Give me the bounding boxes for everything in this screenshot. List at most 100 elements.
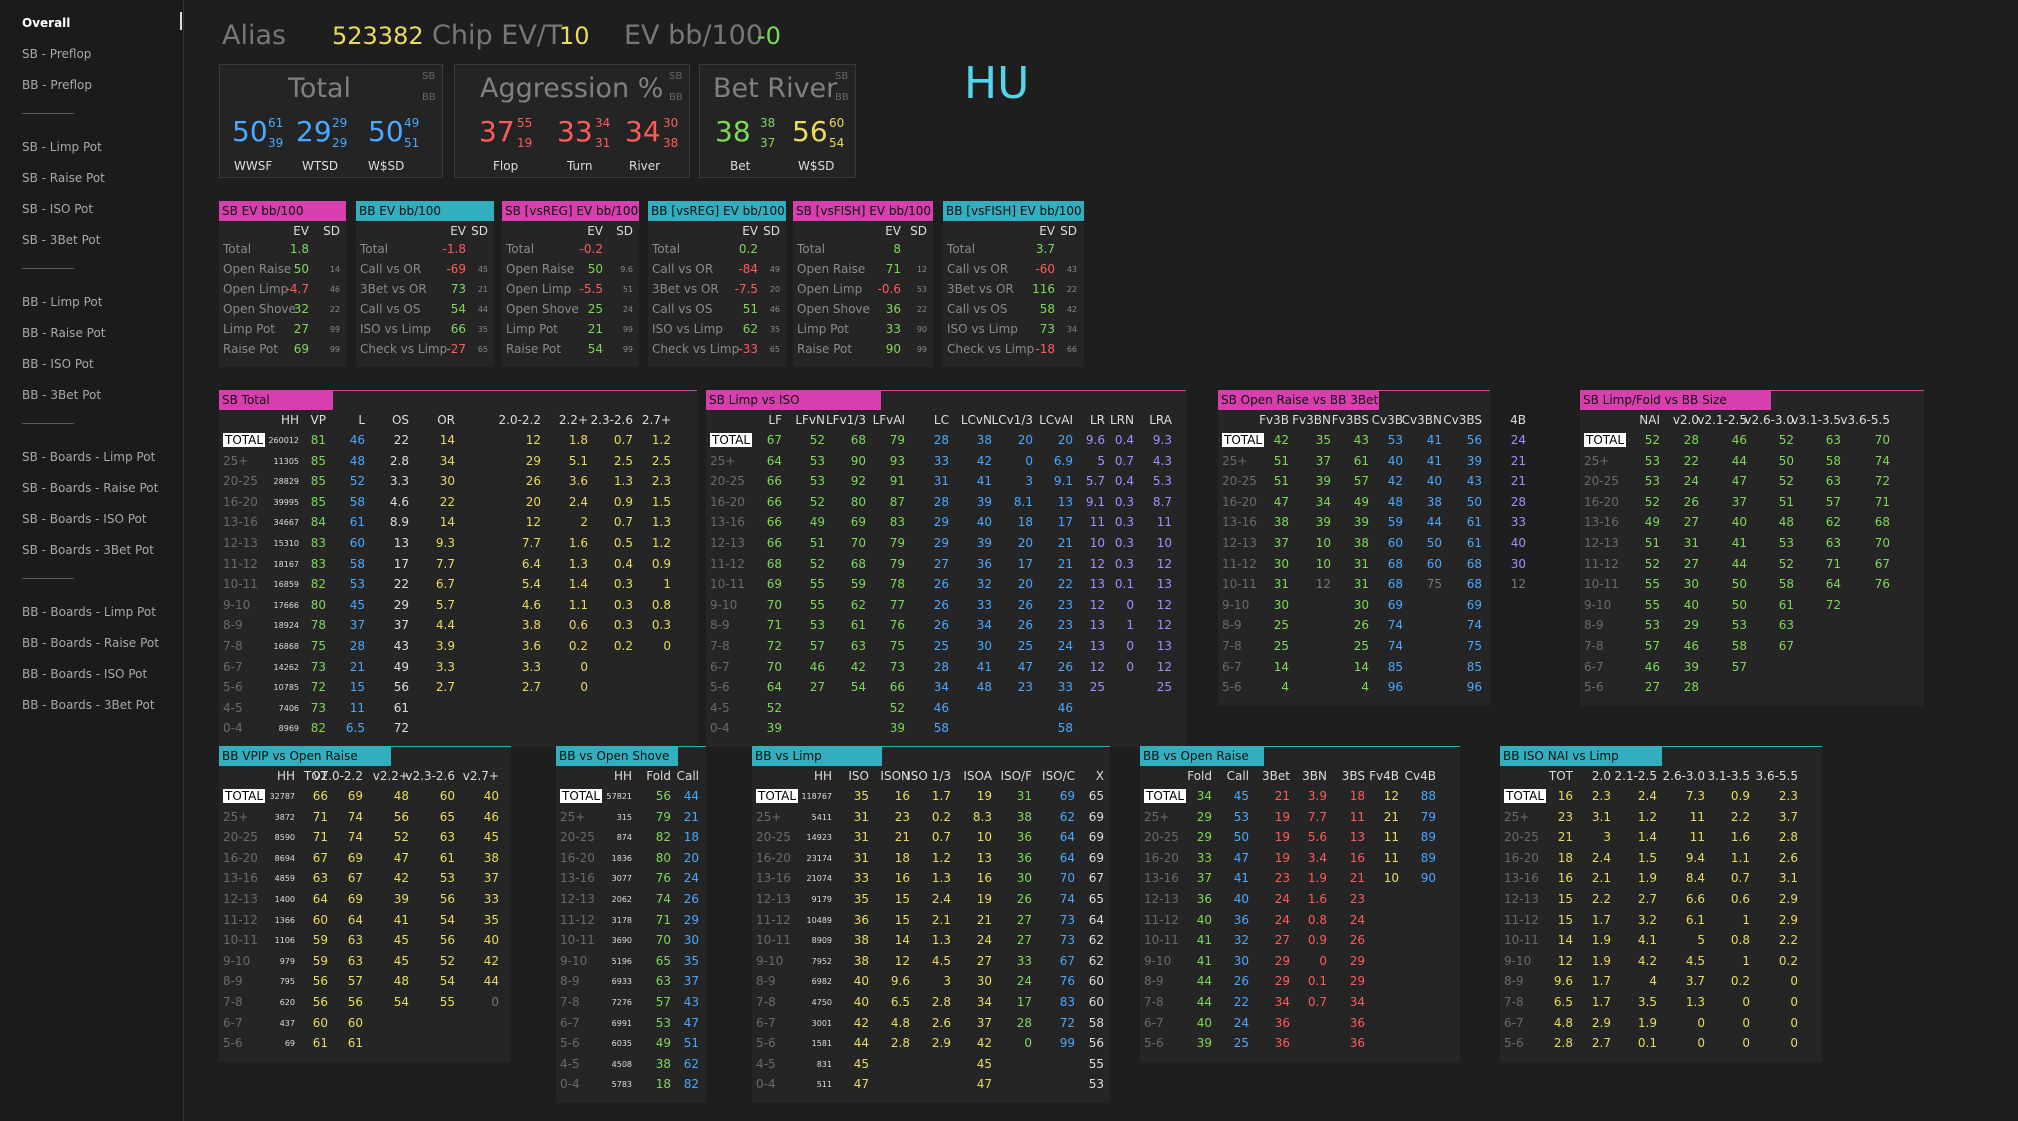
sidebar-item[interactable]: SB - Raise Pot: [22, 171, 105, 185]
column-header[interactable]: LCv1/3: [992, 413, 1033, 427]
column-header[interactable]: Cv3BN: [1402, 413, 1442, 427]
column-header[interactable]: Cv4B: [1405, 769, 1436, 783]
column-header[interactable]: v2.3-2.6: [405, 769, 455, 783]
sidebar-item[interactable]: BB - Boards - Limp Pot: [22, 605, 156, 619]
table-cell: 23174: [806, 853, 832, 863]
column-header[interactable]: 2.3-2.6: [591, 413, 634, 427]
column-header[interactable]: HH: [614, 769, 632, 783]
column-header[interactable]: TOT: [1549, 769, 1573, 783]
column-header[interactable]: Fv3B: [1259, 413, 1289, 427]
column-header[interactable]: ISO: [848, 769, 869, 783]
column-header[interactable]: v2.1-2.5: [1697, 413, 1747, 427]
column-header[interactable]: 2.6-3.0: [1663, 769, 1706, 783]
sidebar-item[interactable]: BB - Boards - 3Bet Pot: [22, 698, 155, 712]
column-header[interactable]: X: [1096, 769, 1104, 783]
column-header[interactable]: SD: [1060, 224, 1077, 238]
column-header[interactable]: v2.2+: [373, 769, 409, 783]
column-header[interactable]: OR: [437, 413, 455, 427]
sidebar-item[interactable]: SB - 3Bet Pot: [22, 233, 100, 247]
column-header[interactable]: Fv4B: [1369, 769, 1399, 783]
column-header[interactable]: 3.1-3.5: [1708, 769, 1751, 783]
column-header[interactable]: LCvN: [961, 413, 992, 427]
table-cell: 0.7: [1114, 453, 1134, 468]
sidebar-item[interactable]: BB - Limp Pot: [22, 295, 102, 309]
column-header[interactable]: LCvAI: [1039, 413, 1073, 427]
sidebar-item[interactable]: Overall: [22, 16, 70, 30]
sidebar-item[interactable]: BB - Preflop: [22, 78, 92, 92]
column-header[interactable]: ISO/C: [1042, 769, 1075, 783]
column-header[interactable]: Fold: [646, 769, 671, 783]
sidebar-item[interactable]: SB - Boards - Raise Pot: [22, 481, 158, 495]
column-header[interactable]: ISO/F: [1000, 769, 1032, 783]
sidebar-item[interactable]: SB - ISO Pot: [22, 202, 93, 216]
column-header[interactable]: SD: [323, 224, 340, 238]
column-header[interactable]: NAI: [1639, 413, 1660, 427]
column-header[interactable]: LC: [934, 413, 949, 427]
column-header[interactable]: LFvAI: [873, 413, 905, 427]
column-header[interactable]: 2.1-2.5: [1615, 769, 1658, 783]
table-cell: 74: [347, 809, 363, 824]
column-header[interactable]: 3Bet: [1262, 769, 1290, 783]
column-header[interactable]: EV: [587, 224, 603, 238]
column-header[interactable]: LF: [768, 413, 782, 427]
sidebar-item[interactable]: BB - 3Bet Pot: [22, 388, 101, 402]
sidebar-item[interactable]: SB - Boards - Limp Pot: [22, 450, 155, 464]
column-header[interactable]: Call: [677, 769, 699, 783]
column-header[interactable]: EV: [885, 224, 901, 238]
column-header[interactable]: ISON: [880, 769, 910, 783]
column-header[interactable]: Cv3B: [1372, 413, 1403, 427]
sidebar-item[interactable]: SB - Limp Pot: [22, 140, 102, 154]
column-header[interactable]: ISO 1/3: [907, 769, 951, 783]
column-header[interactable]: Fv3BN: [1292, 413, 1331, 427]
column-header[interactable]: 2.7+: [642, 413, 671, 427]
sidebar-item[interactable]: BB - Boards - Raise Pot: [22, 636, 159, 650]
sidebar-item[interactable]: SB - Preflop: [22, 47, 91, 61]
column-header[interactable]: OS: [392, 413, 409, 427]
sidebar-item[interactable]: SB - Boards - 3Bet Pot: [22, 543, 154, 557]
table-cell: 11: [1689, 809, 1705, 824]
column-header[interactable]: v2.6-3.0: [1744, 413, 1794, 427]
column-header[interactable]: VP: [311, 413, 326, 427]
column-header[interactable]: EV: [293, 224, 309, 238]
sidebar-item[interactable]: BB - Boards - ISO Pot: [22, 667, 147, 681]
column-header[interactable]: EV: [450, 224, 466, 238]
column-header[interactable]: Fold: [1187, 769, 1212, 783]
column-header[interactable]: 2.0-2.2: [499, 413, 542, 427]
column-header[interactable]: SD: [763, 224, 780, 238]
column-header[interactable]: 3BN: [1302, 769, 1327, 783]
column-header[interactable]: L: [358, 413, 365, 427]
column-header[interactable]: HH: [277, 769, 295, 783]
column-header[interactable]: 3BS: [1342, 769, 1365, 783]
column-header[interactable]: SD: [616, 224, 633, 238]
table-cell: 0.2: [931, 809, 951, 824]
sidebar-item[interactable]: BB - ISO Pot: [22, 357, 94, 371]
column-header[interactable]: v3.1-3.5: [1791, 413, 1841, 427]
column-header[interactable]: EV: [742, 224, 758, 238]
column-header[interactable]: LFvN: [795, 413, 825, 427]
table-cell: 40: [1683, 597, 1699, 612]
column-header[interactable]: Cv3BS: [1443, 413, 1482, 427]
column-header[interactable]: EV: [1039, 224, 1055, 238]
column-header[interactable]: v3.6-5.5: [1840, 413, 1890, 427]
column-header[interactable]: HH: [281, 413, 299, 427]
column-header[interactable]: SD: [910, 224, 927, 238]
column-header[interactable]: v2.0-2.2: [313, 769, 363, 783]
column-header[interactable]: v2.7+: [463, 769, 499, 783]
column-header[interactable]: 2.0: [1592, 769, 1611, 783]
column-header[interactable]: 3.6-5.5: [1756, 769, 1799, 783]
column-header[interactable]: LRN: [1110, 413, 1134, 427]
column-header[interactable]: LRA: [1149, 413, 1172, 427]
column-header[interactable]: Fv3BS: [1332, 413, 1369, 427]
column-header[interactable]: LFv1/3: [826, 413, 866, 427]
column-header[interactable]: 2.2+: [559, 413, 588, 427]
column-header[interactable]: ISOA: [963, 769, 992, 783]
sidebar-item[interactable]: BB - Raise Pot: [22, 326, 106, 340]
column-header[interactable]: HH: [814, 769, 832, 783]
column-header[interactable]: LR: [1090, 413, 1105, 427]
column-header[interactable]: Call: [1227, 769, 1249, 783]
sidebar-item[interactable]: SB - Boards - ISO Pot: [22, 512, 147, 526]
column-header[interactable]: v2.0: [1673, 413, 1699, 427]
column-header[interactable]: SD: [471, 224, 488, 238]
row-label: 5-6: [223, 1036, 243, 1051]
column-header[interactable]: 4B: [1510, 413, 1526, 427]
